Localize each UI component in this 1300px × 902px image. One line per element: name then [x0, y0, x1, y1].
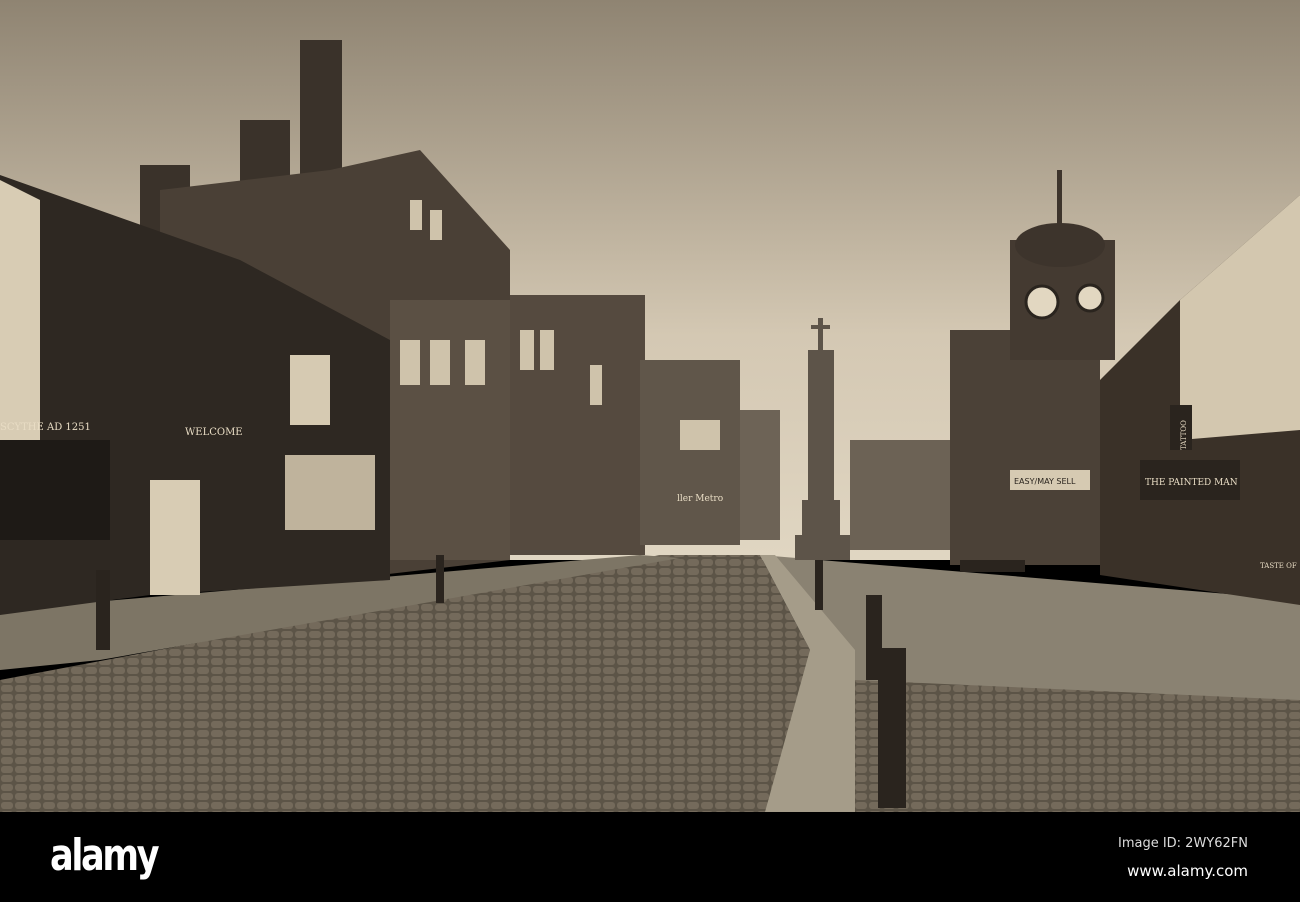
- taste-sign: TASTE OF: [1260, 562, 1297, 570]
- easy-sell-sign: EASY/MAY SELL: [1014, 477, 1076, 486]
- watermark-url: www.alamy.com: [1127, 862, 1248, 880]
- right-cobbles: [855, 680, 1300, 812]
- image-id: Image ID: 2WY62FN: [1117, 836, 1248, 851]
- watermark-bar: alamy Image ID: 2WY62FN www.alamy.com: [0, 812, 1300, 902]
- clock-face: [1024, 284, 1060, 320]
- tattoo-sign: TATTOO: [1180, 420, 1188, 450]
- pub-sign: SCYTHE AD 1251: [0, 422, 91, 433]
- alamy-logo: alamy: [50, 830, 160, 881]
- painted-man-sign: THE PAINTED MAN: [1145, 478, 1238, 488]
- welcome-sign: WELCOME: [185, 427, 243, 438]
- sepia-street-photo: SCYTHE AD 1251 WELCOME ller Metro THE PA…: [0, 0, 1300, 812]
- shop-sign: ller Metro: [677, 494, 723, 504]
